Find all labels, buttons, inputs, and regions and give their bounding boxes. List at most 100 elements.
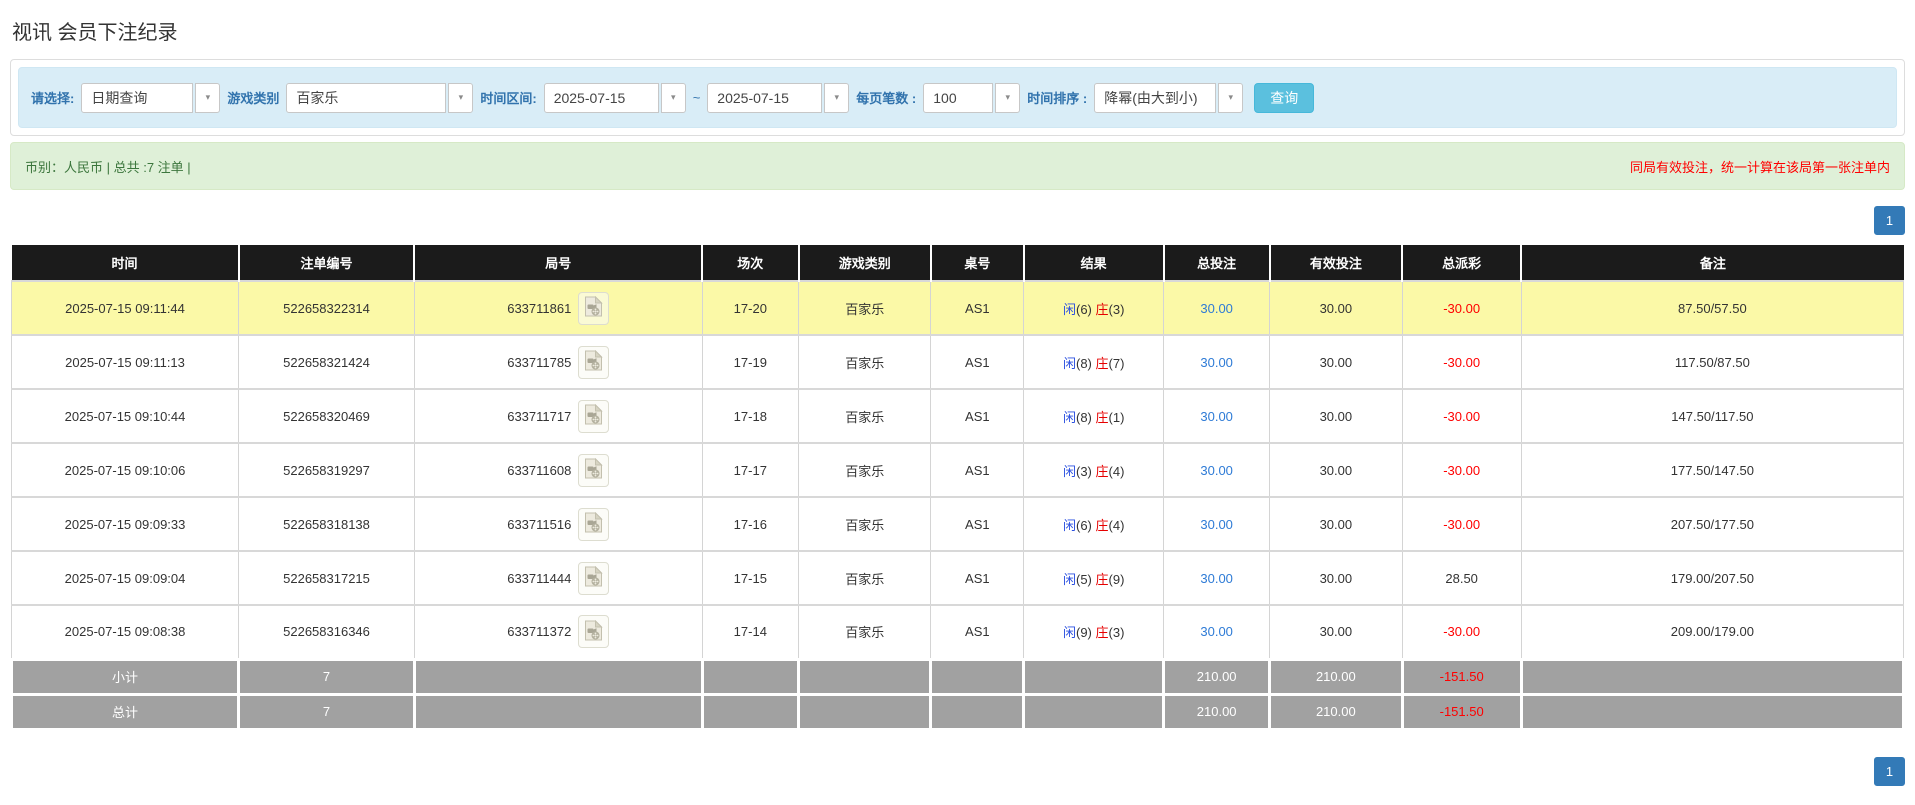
video-replay-icon [584,619,604,644]
grand-total-payout: -151.50 [1400,692,1523,731]
total-bet-link[interactable]: 30.00 [1200,301,1233,316]
date-from-combobox[interactable]: 2025-07-15 ▾ [543,82,686,113]
query-type-combobox[interactable]: 日期查询 ▾ [81,82,221,113]
game-type-combobox[interactable]: 百家乐 ▾ [286,82,474,113]
filter-panel: 请选择: 日期查询 ▾ 游戏类别 百家乐 ▾ 时间区间: 2025-07-15 … [10,59,1905,136]
cell-remark: 209.00/179.00 [1520,604,1905,660]
cell-total-bet: 30.00 [1163,442,1271,498]
cell-game-type: 百家乐 [798,496,932,552]
cell-table-no: AS1 [930,550,1025,606]
subtotal-label: 小计 [9,657,241,696]
game-type-value[interactable]: 百家乐 [286,82,447,113]
grand-total-label: 总计 [9,692,241,731]
subtotal-total-bet: 210.00 [1162,657,1272,696]
cell-valid-bet: 30.00 [1269,496,1403,552]
valid-bet-note: 同局有效投注，统一计算在该局第一张注单内 [1629,159,1890,175]
result-player-points: (6) [1075,301,1092,317]
result-banker-points: (4) [1108,517,1125,533]
video-replay-button[interactable] [578,507,610,541]
header-result: 结果 [1023,245,1165,281]
time-range-label: 时间区间: [480,91,537,106]
cell-result: 闲(8) 庄(1) [1023,388,1165,444]
chevron-down-icon[interactable]: ▾ [1218,82,1244,113]
round-id-value: 633711717 [507,408,572,424]
chevron-down-icon[interactable]: ▾ [448,82,474,113]
cell-result: 闲(6) 庄(4) [1023,496,1165,552]
chevron-down-icon[interactable]: ▾ [824,82,850,113]
cell-table-no: AS1 [930,496,1025,552]
cell-bet-id: 522658318138 [238,496,415,552]
total-bet-link[interactable]: 30.00 [1200,355,1233,370]
page-size-combobox[interactable]: 100 ▾ [923,82,1021,113]
page-1-button[interactable]: 1 [1874,206,1905,235]
cell-payout: 28.50 [1401,550,1522,606]
time-sort-value[interactable]: 降幂(由大到小) [1094,82,1217,113]
subtotal-valid-bet: 210.00 [1268,657,1404,696]
grand-total-count: 7 [237,692,416,731]
video-replay-button[interactable] [578,399,610,433]
date-to-combobox[interactable]: 2025-07-15 ▾ [707,82,850,113]
video-replay-button[interactable] [578,345,610,379]
header-time: 时间 [11,245,240,281]
header-table-no: 桌号 [930,245,1025,281]
result-player: 闲 [1062,625,1076,641]
cell-total-bet: 30.00 [1163,550,1271,606]
total-bet-link[interactable]: 30.00 [1200,517,1233,532]
cell-valid-bet: 30.00 [1269,388,1403,444]
cell-total-bet: 30.00 [1163,388,1271,444]
cell-round-id: 633711785 [413,334,703,390]
cell-remark: 207.50/177.50 [1520,496,1905,552]
total-bet-link[interactable]: 30.00 [1200,571,1233,586]
video-replay-button[interactable] [578,615,610,649]
cell-bet-id: 522658319297 [238,442,415,498]
cell-round-id: 633711717 [413,388,703,444]
total-bet-link[interactable]: 30.00 [1200,409,1233,424]
chevron-down-icon[interactable]: ▾ [195,82,221,113]
cell-bet-id: 522658317215 [238,550,415,606]
round-id-value: 633711608 [507,462,572,478]
result-player: 闲 [1062,409,1076,425]
query-type-value[interactable]: 日期查询 [81,82,194,113]
chevron-down-icon[interactable]: ▾ [995,82,1021,113]
cell-remark: 147.50/117.50 [1520,388,1905,444]
time-sort-combobox[interactable]: 降幂(由大到小) ▾ [1094,82,1244,113]
result-player: 闲 [1062,463,1076,479]
result-banker-points: (3) [1108,625,1125,641]
cell-payout: -30.00 [1401,388,1522,444]
header-remark: 备注 [1521,245,1904,281]
currency-total-text: 币别：人民币 | 总共 :7 注单 | [25,159,191,175]
cell-bet-id: 522658316346 [238,604,415,660]
result-player-points: (3) [1075,463,1092,479]
cell-total-bet: 30.00 [1163,280,1271,336]
time-sort-label: 时间排序 : [1027,91,1088,106]
result-banker: 庄 [1095,463,1109,479]
table-row: 2025-07-15 09:11:44 522658322314 6337118… [10,280,1905,336]
subtotal-count: 7 [237,657,416,696]
video-replay-icon [584,349,604,374]
date-to-value[interactable]: 2025-07-15 [707,82,823,113]
round-id-value: 633711372 [507,624,572,640]
video-replay-button[interactable] [578,561,610,595]
total-bet-link[interactable]: 30.00 [1200,463,1233,478]
cell-table-no: AS1 [930,388,1025,444]
chevron-down-icon[interactable]: ▾ [660,82,686,113]
page-1-button[interactable]: 1 [1874,756,1905,786]
result-banker: 庄 [1095,355,1109,371]
total-bet-link[interactable]: 30.00 [1200,624,1233,639]
round-id-value: 633711516 [507,516,572,532]
page-size-value[interactable]: 100 [923,82,994,113]
cell-session: 17-17 [701,442,800,498]
video-replay-button[interactable] [578,453,610,487]
result-banker-points: (1) [1108,409,1125,425]
search-button[interactable]: 查询 [1254,82,1315,113]
round-id-value: 633711444 [507,570,572,586]
cell-time: 2025-07-15 09:08:38 [10,604,240,660]
cell-round-id: 633711608 [413,442,703,498]
video-replay-button[interactable] [578,291,610,325]
cell-game-type: 百家乐 [798,388,932,444]
cell-round-id: 633711372 [413,604,703,660]
date-from-value[interactable]: 2025-07-15 [543,82,659,113]
table-row: 2025-07-15 09:09:04 522658317215 6337114… [10,550,1905,606]
result-player-points: (8) [1075,355,1092,371]
result-player-points: (9) [1075,625,1092,641]
